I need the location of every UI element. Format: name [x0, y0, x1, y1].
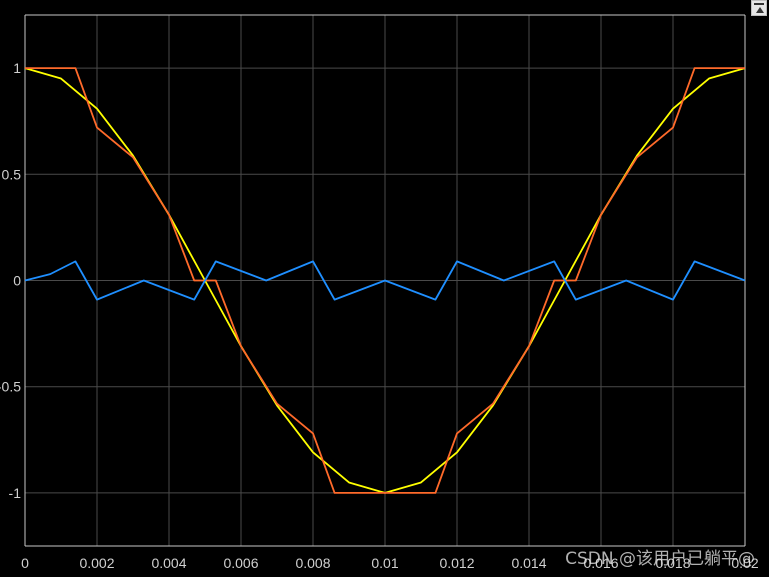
- restore-axes-icon[interactable]: [751, 0, 767, 16]
- y-tick-label: 0.5: [2, 166, 22, 182]
- y-tick-label: 0: [13, 273, 21, 289]
- y-tick-label: 1: [13, 60, 21, 76]
- restore-axes-icon-bar: [754, 3, 764, 5]
- x-tick-label: 0.012: [439, 555, 474, 571]
- restore-axes-icon-arrow: [756, 7, 764, 13]
- y-tick-label: -1: [9, 485, 22, 501]
- x-tick-label: 0.008: [295, 555, 330, 571]
- x-tick-label: 0: [21, 555, 29, 571]
- scope-plot: 0 0.002 0.004 0.006 0.008 0.01 0.012 0.014 0.016…: [0, 0, 769, 577]
- x-tick-label: 0.002: [79, 555, 114, 571]
- x-tick-label: 0.004: [151, 555, 186, 571]
- x-tick-label: 0.01: [371, 555, 398, 571]
- y-tick-label: -0.5: [0, 379, 21, 395]
- x-tick-label: 0.014: [511, 555, 546, 571]
- watermark-text: CSDN @该用户已躺平@: [565, 549, 755, 569]
- x-tick-label: 0.006: [223, 555, 258, 571]
